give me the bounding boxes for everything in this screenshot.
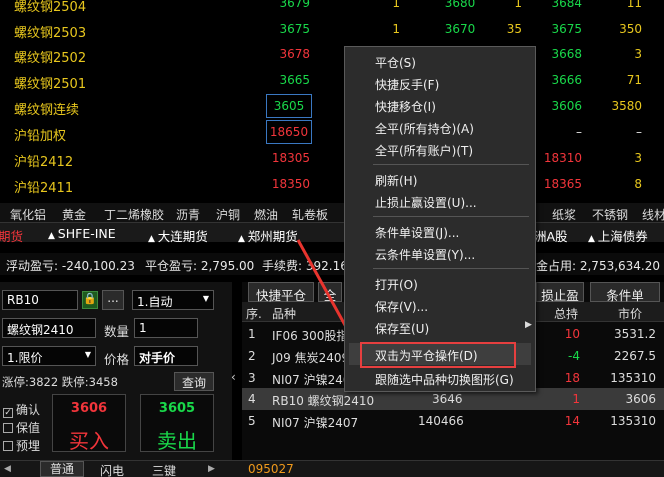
menu-item-close[interactable]: 平仓(S) [375,54,416,71]
menu-item-close-all-positions[interactable]: 全平(所有持仓)(A) [375,120,474,137]
menu-separator [373,268,529,269]
menu-item-stop-settings[interactable]: 止损止赢设置(U)... [375,194,477,211]
menu-item-save-to[interactable]: 保存至(U) [375,320,429,337]
menu-item-open[interactable]: 打开(O) [375,276,418,293]
annotation-arrow-icon [296,239,363,358]
context-menu: 平仓(S) 快捷反手(F) 快捷移仓(I) 全平(所有持仓)(A) 全平(所有账… [344,46,536,392]
menu-item-conditional-settings[interactable]: 条件单设置(J)... [375,224,459,241]
menu-item-save[interactable]: 保存(V)... [375,298,428,315]
menu-item-close-all-accounts[interactable]: 全平(所有账户)(T) [375,142,473,159]
menu-item-refresh[interactable]: 刷新(H) [375,172,417,189]
menu-item-follow-switch[interactable]: 跟随选中品种切换图形(G) [375,371,514,388]
submenu-arrow-icon: ▶ [525,320,532,330]
menu-item-quick-reverse[interactable]: 快捷反手(F) [375,76,439,93]
highlight-box [360,342,516,368]
menu-separator [373,164,529,165]
menu-separator [373,216,529,217]
menu-item-quick-move[interactable]: 快捷移仓(I) [375,98,436,115]
menu-item-cloud-conditional[interactable]: 云条件单设置(Y)... [375,246,475,263]
trading-app-window: { "quotes": [ {"name":"螺纹钢2504","price":… [0,0,664,477]
